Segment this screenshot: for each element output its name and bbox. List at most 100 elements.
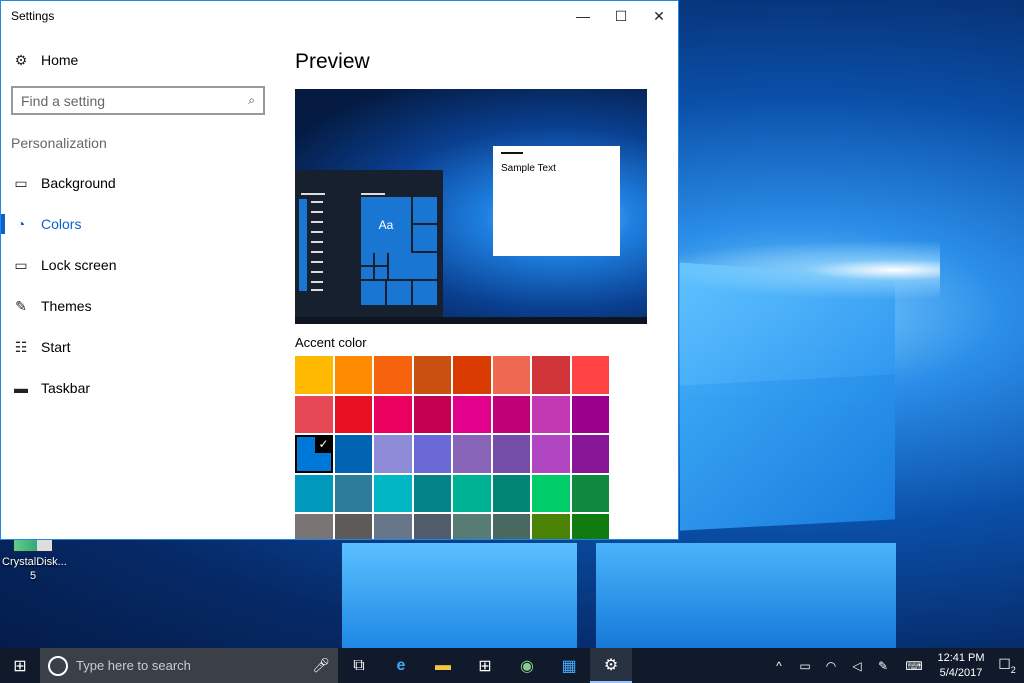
- maximize-button[interactable]: ☐: [602, 1, 640, 31]
- keyboard-icon[interactable]: ⌨: [896, 659, 932, 673]
- preview-line: [311, 271, 323, 273]
- battery-icon[interactable]: ▭: [792, 659, 818, 673]
- sidebar-item-lock-screen[interactable]: ▭ Lock screen: [1, 250, 271, 280]
- accent-swatch[interactable]: [571, 474, 609, 512]
- accent-swatch[interactable]: [532, 435, 570, 473]
- accent-swatch[interactable]: [532, 395, 570, 433]
- preview-line: [311, 211, 323, 213]
- clock[interactable]: 12:41 PM 5/4/2017: [932, 651, 990, 681]
- notification-count: 2: [1010, 664, 1016, 675]
- edge-icon: e: [396, 656, 406, 674]
- preview-tile: [387, 281, 411, 305]
- accent-swatch[interactable]: [334, 435, 372, 473]
- sidebar-item-home[interactable]: ⚙ Home: [1, 45, 271, 75]
- taskbar-app-file-explorer[interactable]: ▬: [422, 648, 464, 683]
- accent-swatch[interactable]: [492, 435, 530, 473]
- accent-swatch[interactable]: [413, 395, 451, 433]
- taskbar-app-chart[interactable]: ▦: [548, 648, 590, 683]
- accent-swatch[interactable]: [334, 395, 372, 433]
- taskbar-search-box[interactable]: Type here to search 🎤︎: [40, 648, 338, 683]
- accent-swatch[interactable]: [492, 356, 530, 394]
- action-center-button[interactable]: ☐2: [990, 656, 1024, 675]
- accent-swatch[interactable]: [453, 395, 491, 433]
- task-view-button[interactable]: ⧉: [338, 648, 380, 683]
- chevron-up-icon[interactable]: ^: [766, 659, 792, 673]
- search-input[interactable]: Find a setting ⌕: [11, 86, 265, 115]
- pen-icon[interactable]: ✎: [870, 659, 896, 673]
- accent-swatch[interactable]: [492, 514, 530, 539]
- sidebar-item-taskbar[interactable]: ▬ Taskbar: [1, 373, 271, 403]
- wifi-icon[interactable]: ◠: [818, 659, 844, 673]
- accent-swatch[interactable]: [334, 514, 372, 539]
- accent-color-grid: ✓: [295, 356, 609, 539]
- volume-icon[interactable]: ◁: [844, 659, 870, 673]
- accent-swatch[interactable]: [532, 514, 570, 539]
- preview-tile: [413, 197, 437, 223]
- start-icon: ☷: [14, 338, 28, 355]
- preview-tile: [375, 267, 387, 279]
- accent-swatch[interactable]: [571, 514, 609, 539]
- notification-icon: ☐: [998, 656, 1011, 673]
- folder-icon: ▬: [435, 656, 451, 674]
- minimize-button[interactable]: —: [564, 1, 602, 31]
- accent-swatch[interactable]: [295, 514, 333, 539]
- taskbar-app-store[interactable]: ⊞: [464, 648, 506, 683]
- accent-swatch[interactable]: [492, 474, 530, 512]
- wallpaper-pane: [596, 543, 896, 648]
- accent-swatch[interactable]: [413, 514, 451, 539]
- accent-swatch[interactable]: [295, 356, 333, 394]
- accent-swatch[interactable]: [374, 395, 412, 433]
- accent-swatch[interactable]: [374, 435, 412, 473]
- sidebar-item-label: Start: [41, 339, 71, 355]
- start-button[interactable]: ⊞: [0, 648, 40, 683]
- sidebar-item-colors[interactable]: ◔ Colors: [1, 209, 271, 239]
- accent-swatch[interactable]: [453, 435, 491, 473]
- taskbar-app-edge[interactable]: e: [380, 648, 422, 683]
- accent-swatch[interactable]: ✓: [295, 435, 333, 473]
- accent-swatch[interactable]: [374, 474, 412, 512]
- task-view-icon: ⧉: [353, 656, 365, 674]
- accent-swatch[interactable]: [334, 474, 372, 512]
- accent-swatch[interactable]: [571, 395, 609, 433]
- taskbar-app-crystaldisk[interactable]: ◉: [506, 648, 548, 683]
- accent-swatch[interactable]: [295, 474, 333, 512]
- accent-swatch[interactable]: [295, 395, 333, 433]
- accent-swatch[interactable]: [532, 474, 570, 512]
- desktop-shortcut-crystaldisk[interactable]: CrystalDisk... 5: [2, 536, 67, 583]
- preview-line: [311, 201, 323, 203]
- accent-swatch[interactable]: [492, 395, 530, 433]
- preview-line: [311, 289, 323, 291]
- sidebar-item-background[interactable]: ▭ Background: [1, 168, 271, 198]
- preview-tile: [413, 281, 437, 305]
- accent-swatch[interactable]: [334, 356, 372, 394]
- preview-sample-text: Sample Text: [501, 163, 556, 174]
- accent-swatch[interactable]: [413, 474, 451, 512]
- wallpaper-pane: [342, 543, 577, 648]
- accent-swatch[interactable]: [453, 356, 491, 394]
- sidebar-item-label: Taskbar: [41, 380, 91, 396]
- preview-tile: [361, 281, 385, 305]
- accent-swatch[interactable]: [453, 514, 491, 539]
- accent-swatch[interactable]: [413, 435, 451, 473]
- preview-line: [311, 261, 323, 263]
- accent-swatch[interactable]: [413, 356, 451, 394]
- sidebar-item-themes[interactable]: ✎ Themes: [1, 291, 271, 321]
- microphone-icon[interactable]: 🎤︎: [312, 657, 330, 674]
- accent-swatch[interactable]: [532, 356, 570, 394]
- accent-swatch[interactable]: [374, 514, 412, 539]
- close-button[interactable]: ✕: [640, 1, 678, 31]
- accent-swatch[interactable]: [453, 474, 491, 512]
- accent-color-heading: Accent color: [295, 335, 367, 350]
- brush-icon: ✎: [15, 297, 27, 314]
- sidebar-item-label: Lock screen: [41, 257, 117, 273]
- accent-swatch[interactable]: [374, 356, 412, 394]
- store-icon: ⊞: [478, 657, 492, 675]
- taskbar-app-settings[interactable]: ⚙: [590, 648, 632, 683]
- search-icon: ⌕: [248, 93, 255, 107]
- title-bar[interactable]: Settings — ☐ ✕: [1, 1, 678, 31]
- accent-swatch[interactable]: [571, 356, 609, 394]
- image-icon: ▭: [14, 174, 28, 191]
- theme-preview: Aa Sample Text: [295, 89, 647, 324]
- accent-swatch[interactable]: [571, 435, 609, 473]
- sidebar-item-start[interactable]: ☷ Start: [1, 332, 271, 362]
